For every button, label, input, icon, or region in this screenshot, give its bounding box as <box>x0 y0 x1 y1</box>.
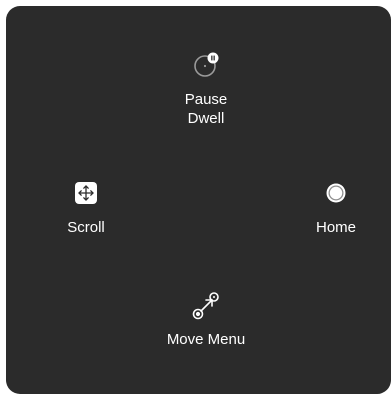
home-label: Home <box>315 219 356 236</box>
home-button[interactable]: Home <box>291 178 381 237</box>
move-menu-label: Move Menu <box>166 331 246 348</box>
move-menu-icon <box>192 292 219 320</box>
scroll-icon <box>75 182 97 204</box>
home-icon <box>326 183 346 203</box>
scroll-label: Scroll <box>67 219 105 236</box>
dwell-menu-panel: Pause Dwell Scroll Home Move Menu <box>6 6 391 394</box>
pause-dwell-icon <box>194 52 219 77</box>
scroll-button[interactable]: Scroll <box>41 178 131 237</box>
pause-dwell-label: Pause Dwell <box>184 91 228 127</box>
pause-dwell-button[interactable]: Pause Dwell <box>156 50 256 128</box>
move-menu-button[interactable]: Move Menu <box>151 290 261 349</box>
